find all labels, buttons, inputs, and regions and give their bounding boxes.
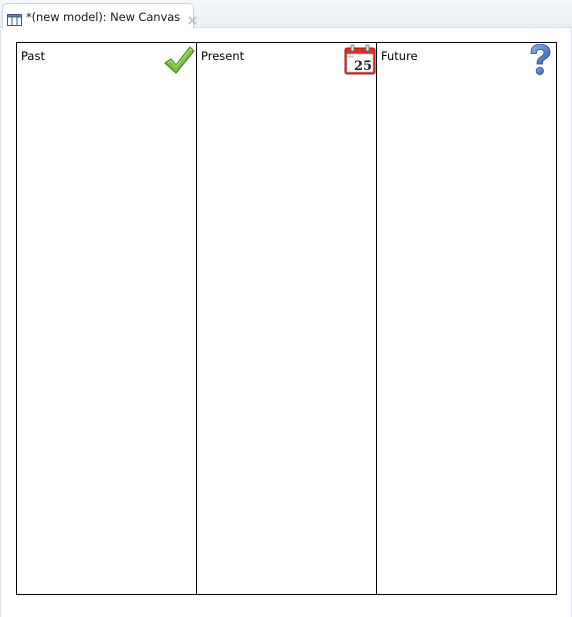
- column-label-future: Future: [381, 49, 418, 63]
- question-mark-icon: [528, 43, 552, 76]
- canvas[interactable]: Past Present 25 Future: [16, 42, 557, 595]
- editor-window: *(new model): New Canvas Past Present 25…: [0, 0, 572, 617]
- checkmark-icon: [163, 44, 195, 76]
- column-label-present: Present: [201, 49, 245, 63]
- column-past[interactable]: Past: [17, 43, 197, 594]
- calendar-icon: 25: [344, 44, 376, 75]
- close-icon[interactable]: [187, 11, 198, 25]
- column-present[interactable]: Present 25: [197, 43, 377, 594]
- tab-title: *(new model): New Canvas: [26, 9, 181, 24]
- tab-bar: *(new model): New Canvas: [0, 0, 572, 29]
- tab-new-canvas[interactable]: *(new model): New Canvas: [2, 3, 197, 29]
- column-future[interactable]: Future: [377, 43, 556, 594]
- canvas-icon: [7, 11, 22, 26]
- column-label-past: Past: [21, 49, 45, 63]
- calendar-day-text: 25: [354, 59, 372, 74]
